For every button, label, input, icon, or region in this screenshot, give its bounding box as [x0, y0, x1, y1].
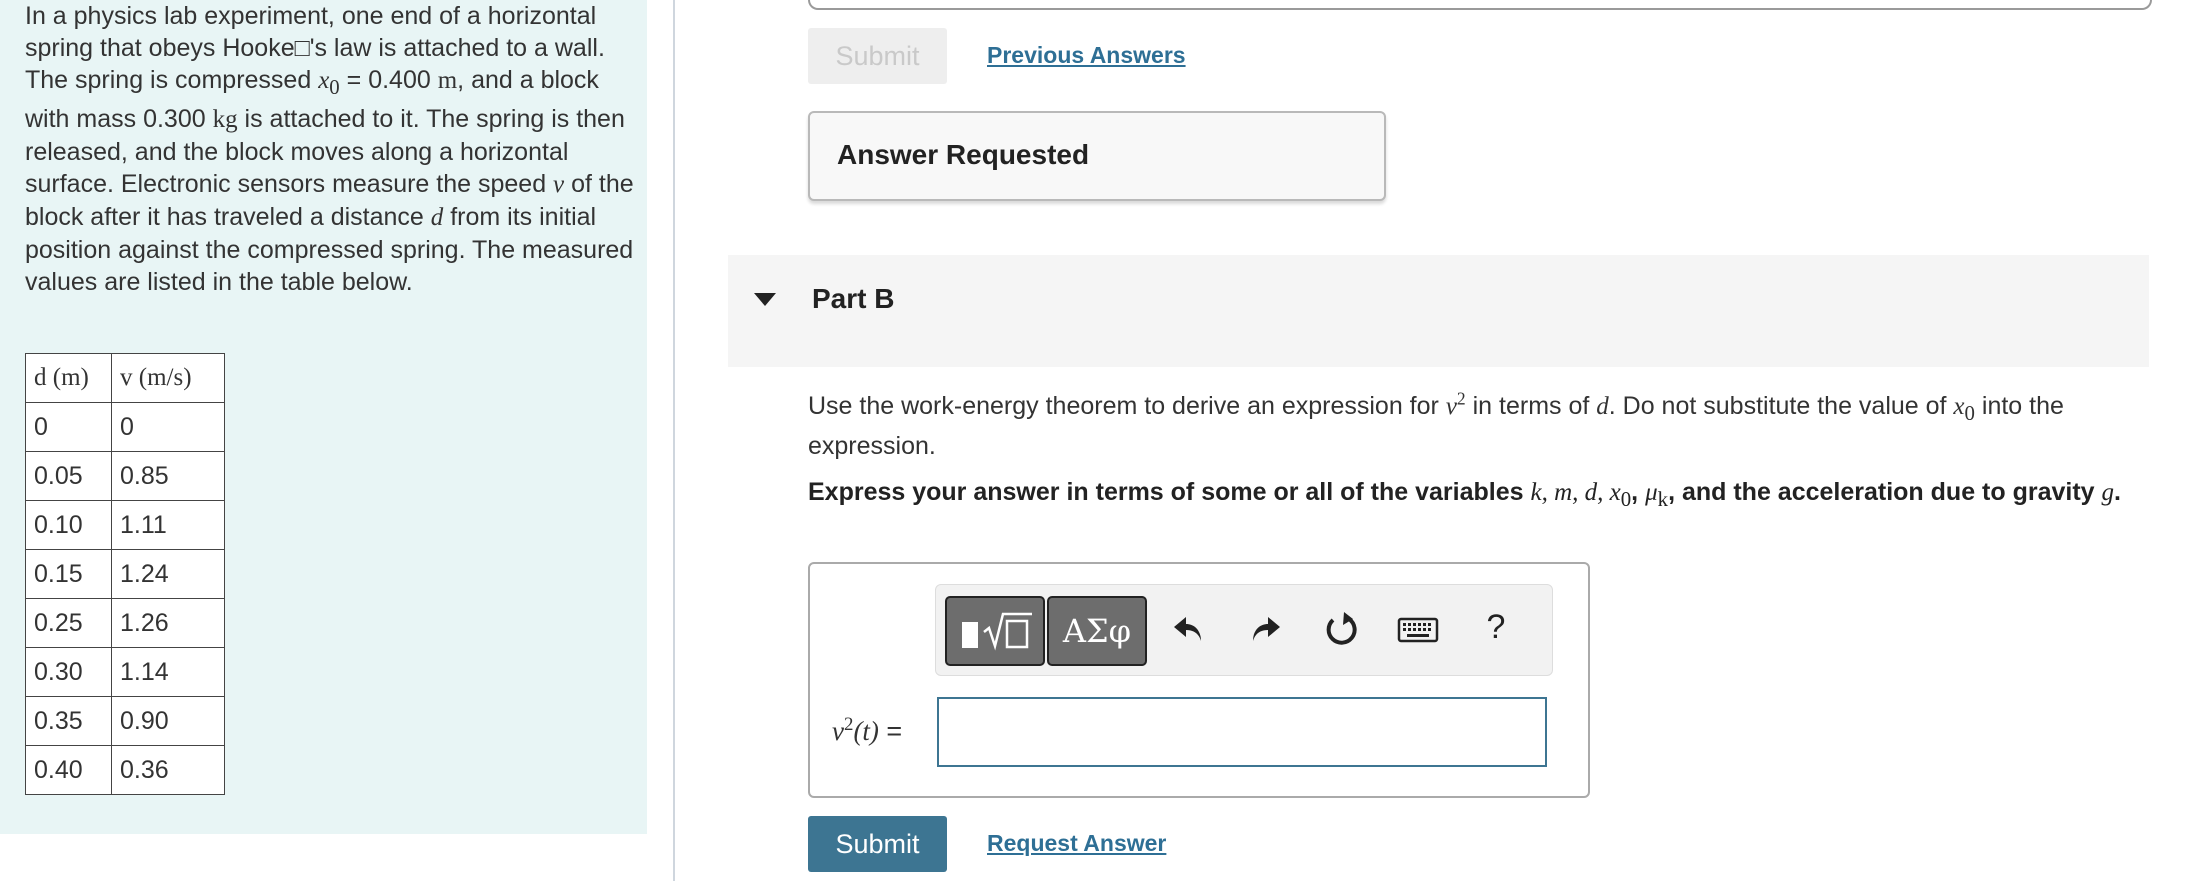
- table-cell: 0: [25, 402, 112, 452]
- answer-input[interactable]: [937, 697, 1547, 767]
- table-row: 0.30 1.14: [25, 647, 225, 697]
- table-cell: 0.40: [25, 745, 112, 795]
- column-header-d: d (m): [25, 353, 112, 403]
- table-row: 0.40 0.36: [25, 745, 225, 795]
- table-cell: 0.25: [25, 598, 112, 648]
- part-b-header[interactable]: Part B: [728, 255, 2149, 367]
- table-cell: 0.30: [25, 647, 112, 697]
- collapse-caret-icon[interactable]: [754, 293, 776, 306]
- answer-label: v2(t) =: [832, 714, 903, 746]
- table-cell: 0.35: [25, 696, 112, 746]
- problem-statement: In a physics lab experiment, one end of …: [25, 2, 634, 296]
- table-row: 0.05 0.85: [25, 451, 225, 501]
- templates-icon: [962, 622, 978, 648]
- table-cell: 0.05: [25, 451, 112, 501]
- sqrt-box-icon: [983, 612, 1032, 651]
- answer-requested-notice: Answer Requested: [808, 111, 1386, 201]
- table-cell: 1.14: [111, 647, 225, 697]
- table-cell: 0.15: [25, 549, 112, 599]
- table-row: 0.15 1.24: [25, 549, 225, 599]
- undo-icon[interactable]: [1166, 607, 1210, 651]
- table-cell: 1.26: [111, 598, 225, 648]
- answer-editor: ΑΣφ ? v2(t) =: [808, 562, 1590, 798]
- templates-button[interactable]: [945, 596, 1045, 666]
- table-cell: 0.36: [111, 745, 225, 795]
- table-row: 00: [25, 402, 225, 452]
- keyboard-icon[interactable]: [1396, 607, 1440, 651]
- pane-divider: [673, 0, 675, 881]
- table-row: 0.35 0.90: [25, 696, 225, 746]
- help-icon[interactable]: ?: [1474, 608, 1518, 652]
- part-b-title: Part B: [812, 283, 895, 314]
- part-b-express-instruction: Express your answer in terms of some or …: [808, 478, 2121, 511]
- answer-requested-text: Answer Requested: [837, 139, 1090, 170]
- table-cell: 0.90: [111, 696, 225, 746]
- problem-pane: In a physics lab experiment, one end of …: [0, 0, 647, 834]
- request-answer-link[interactable]: Request Answer: [987, 830, 1166, 857]
- redo-icon[interactable]: [1244, 607, 1288, 651]
- table-cell: 1.11: [111, 500, 225, 550]
- table-header-row: d (m) v (m/s): [25, 353, 225, 403]
- previous-answers-link[interactable]: Previous Answers: [987, 42, 1186, 69]
- greek-symbols-button[interactable]: ΑΣφ: [1047, 596, 1147, 666]
- math-toolbar: ΑΣφ ?: [935, 584, 1553, 676]
- table-cell: 0.85: [111, 451, 225, 501]
- part-a-answer-box: [808, 0, 2152, 10]
- table-row: 0.10 1.11: [25, 500, 225, 550]
- column-header-v: v (m/s): [111, 353, 225, 403]
- table-cell: 0.10: [25, 500, 112, 550]
- table-cell: 1.24: [111, 549, 225, 599]
- part-a-submit-button[interactable]: Submit: [808, 28, 947, 84]
- table-cell: 0: [111, 402, 225, 452]
- part-b-instruction: Use the work-energy theorem to derive an…: [808, 388, 2064, 460]
- submit-button[interactable]: Submit: [808, 816, 947, 872]
- table-row: 0.25 1.26: [25, 598, 225, 648]
- reset-icon[interactable]: [1319, 607, 1363, 651]
- data-table: d (m) v (m/s) 00 0.05 0.85 0.10 1.11 0.15 1…: [25, 353, 225, 795]
